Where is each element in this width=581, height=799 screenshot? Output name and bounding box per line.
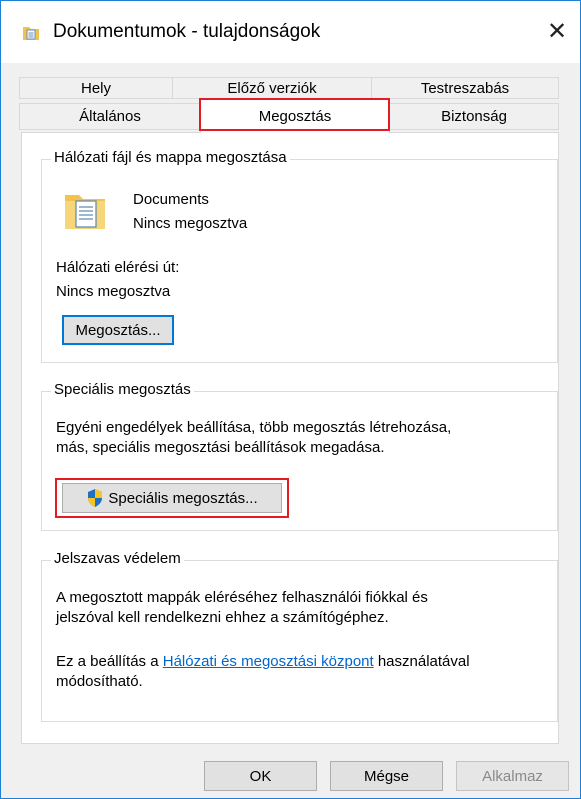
group-legend: Speciális megosztás bbox=[51, 381, 194, 398]
tab-location[interactable]: Hely bbox=[19, 77, 173, 99]
advanced-share-description-line1: Egyéni engedélyek beállítása, több megos… bbox=[56, 419, 452, 436]
network-path-value: Nincs megosztva bbox=[56, 283, 171, 300]
password-info-line2: módosítható. bbox=[56, 673, 143, 690]
sharing-tab-highlight bbox=[199, 98, 390, 131]
network-path-label: Hálózati elérési út: bbox=[56, 259, 180, 276]
info-suffix: használatával bbox=[373, 653, 470, 670]
tab-label: Hely bbox=[80, 79, 111, 97]
password-info-line1: Ez a beállítás a Hálózati és megosztási … bbox=[56, 653, 470, 670]
password-protection-group: Jelszavas védelem bbox=[41, 550, 558, 722]
button-label: Megosztás... bbox=[75, 321, 161, 339]
tab-customize[interactable]: Testreszabás bbox=[371, 77, 559, 99]
title-bar[interactable]: Dokumentumok - tulajdonságok ✕ bbox=[1, 1, 580, 63]
group-legend: Hálózati fájl és mappa megosztása bbox=[51, 149, 290, 166]
tab-label: Előző verziók bbox=[227, 79, 317, 97]
folder-icon bbox=[22, 25, 40, 41]
button-label: Alkalmaz bbox=[482, 767, 543, 785]
network-sharing-center-link[interactable]: Hálózati és megosztási központ bbox=[163, 653, 374, 670]
password-text-line2: jelszóval kell rendelkezni ehhez a számí… bbox=[56, 609, 389, 626]
advanced-share-button[interactable]: Speciális megosztás... bbox=[62, 483, 282, 513]
tab-previous-versions[interactable]: Előző verziók bbox=[172, 77, 372, 99]
folder-share-status: Nincs megosztva bbox=[133, 215, 248, 232]
button-label: Mégse bbox=[363, 767, 410, 785]
button-label: Speciális megosztás... bbox=[108, 489, 258, 507]
tab-label: Testreszabás bbox=[420, 79, 510, 97]
folder-name: Documents bbox=[133, 191, 209, 208]
documents-folder-icon bbox=[61, 187, 109, 235]
button-label: OK bbox=[249, 767, 272, 785]
share-button[interactable]: Megosztás... bbox=[62, 315, 174, 345]
cancel-button[interactable]: Mégse bbox=[330, 761, 443, 791]
ok-button[interactable]: OK bbox=[204, 761, 317, 791]
window-title: Dokumentumok - tulajdonságok bbox=[53, 21, 321, 42]
apply-button[interactable]: Alkalmaz bbox=[456, 761, 569, 791]
tab-label: Általános bbox=[79, 108, 141, 125]
tab-label: Biztonság bbox=[441, 108, 507, 125]
close-icon: ✕ bbox=[546, 17, 568, 45]
password-text-line1: A megosztott mappák eléréséhez felhaszná… bbox=[56, 589, 428, 606]
properties-window: Dokumentumok - tulajdonságok ✕ Hely Előz… bbox=[0, 0, 581, 799]
info-prefix: Ez a beállítás a bbox=[56, 653, 163, 670]
uac-shield-icon bbox=[86, 488, 104, 508]
tab-general[interactable]: Általános bbox=[19, 103, 201, 130]
advanced-share-description-line2: más, speciális megosztási beállítások me… bbox=[56, 439, 385, 456]
tab-security[interactable]: Biztonság bbox=[389, 103, 559, 130]
close-button[interactable]: ✕ bbox=[534, 11, 580, 51]
group-legend: Jelszavas védelem bbox=[51, 550, 184, 567]
